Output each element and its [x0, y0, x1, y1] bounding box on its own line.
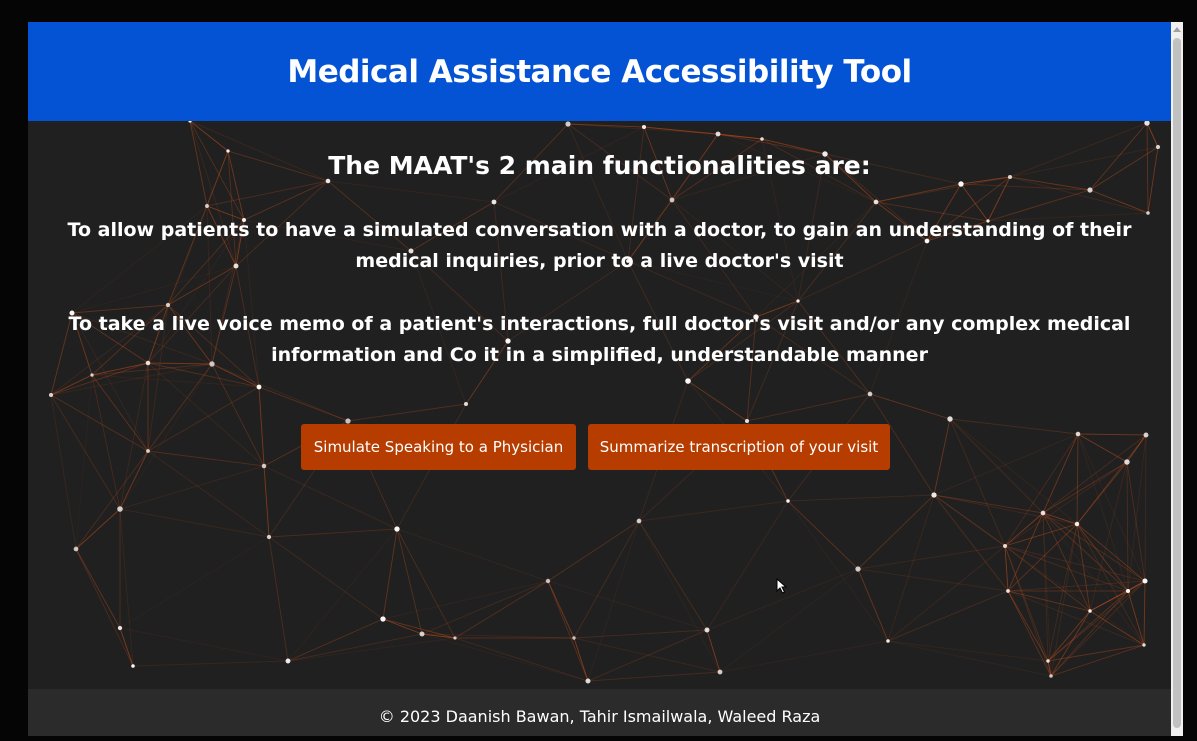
page-viewport: Medical Assistance Accessibility Tool Th… [28, 22, 1171, 736]
site-footer: © 2023 Daanish Bawan, Tahir Ismailwala, … [28, 689, 1171, 736]
scroll-up-arrow-icon[interactable] [1171, 22, 1183, 36]
browser-frame: Medical Assistance Accessibility Tool Th… [0, 0, 1197, 741]
simulate-physician-button[interactable]: Simulate Speaking to a Physician [301, 424, 576, 470]
functionality-description-1: To allow patients to have a simulated co… [67, 219, 1132, 272]
scrollbar-thumb[interactable] [1173, 38, 1181, 728]
summarize-transcription-button[interactable]: Summarize transcription of your visit [588, 424, 890, 470]
site-header: Medical Assistance Accessibility Tool [28, 22, 1171, 121]
functionalities-heading: The MAAT's 2 main functionalities are: [328, 151, 871, 180]
main-content: The MAAT's 2 main functionalities are: T… [28, 121, 1171, 689]
page-title: Medical Assistance Accessibility Tool [287, 53, 912, 90]
functionality-description-2: To take a live voice memo of a patient's… [68, 313, 1131, 366]
vertical-scrollbar[interactable] [1171, 22, 1183, 736]
mouse-pointer-icon [776, 578, 788, 594]
copyright-text: © 2023 Daanish Bawan, Tahir Ismailwala, … [378, 707, 821, 726]
